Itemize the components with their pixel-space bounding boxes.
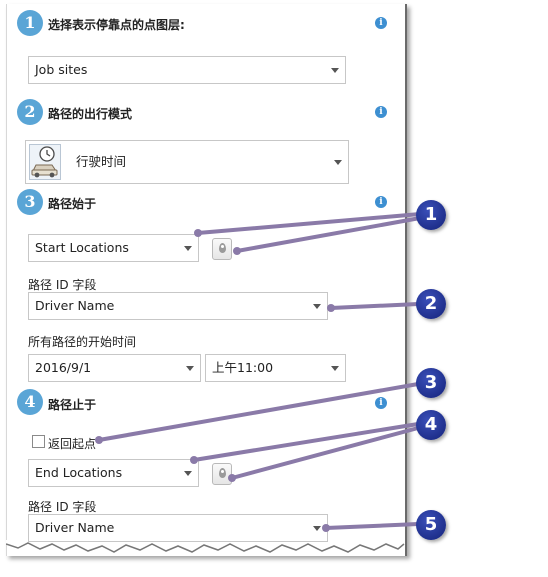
callout-3: 3 bbox=[416, 368, 446, 398]
leader-line-4a bbox=[192, 422, 420, 462]
leader-line-4b bbox=[230, 426, 420, 480]
callout-1: 1 bbox=[416, 200, 446, 230]
leader-line-2 bbox=[329, 302, 420, 310]
leader-line-5 bbox=[324, 522, 420, 530]
callout-leader-lines bbox=[95, 212, 422, 532]
callout-4: 4 bbox=[416, 410, 446, 440]
callout-5: 5 bbox=[416, 510, 446, 540]
callout-2: 2 bbox=[416, 289, 446, 319]
